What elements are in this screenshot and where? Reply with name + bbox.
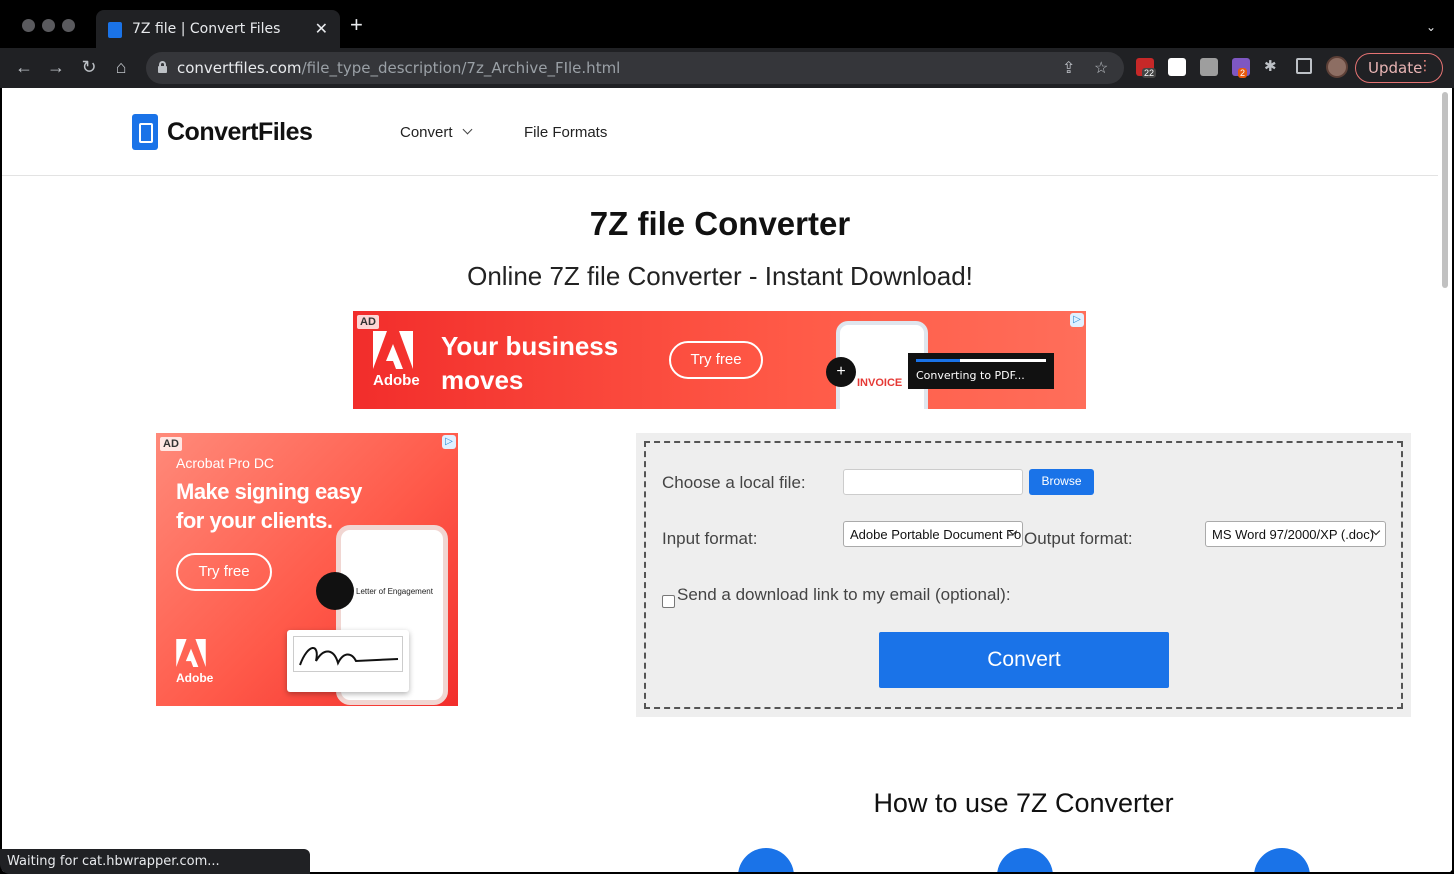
chevron-down-icon[interactable]: ⌄ <box>1426 20 1436 34</box>
tab-title: 7Z file | Convert Files <box>132 21 281 37</box>
adchoices-icon[interactable]: ▷ <box>442 435 456 449</box>
font-extension-icon[interactable] <box>1200 58 1218 76</box>
adobe-wordmark: Adobe <box>176 671 214 685</box>
converting-text: Converting to PDF... <box>916 369 1025 382</box>
plus-icon: + <box>826 357 856 387</box>
converter-form-frame: Choose a local file: Browse Input format… <box>644 441 1403 709</box>
signature-scribble <box>299 647 399 666</box>
chevron-down-icon[interactable] <box>462 124 473 135</box>
back-button[interactable]: ← <box>13 57 35 77</box>
convert-button[interactable]: Convert <box>879 632 1169 688</box>
signature-card <box>287 630 409 692</box>
flower-extension-icon[interactable]: 2 <box>1232 58 1250 78</box>
output-format-value: MS Word 97/2000/XP (.doc) <box>1212 527 1375 542</box>
output-format-label: Output format: <box>1024 529 1133 548</box>
progress-bar <box>916 359 1046 362</box>
upload-step-icon <box>738 848 794 872</box>
email-link-label[interactable]: Send a download link to my email (option… <box>677 585 1011 605</box>
adobe-logo-icon <box>373 331 413 369</box>
converting-toast: Converting to PDF... <box>908 353 1054 389</box>
input-format-select[interactable]: Adobe Portable Document Format (.pdf) <box>843 521 1023 547</box>
scrollbar[interactable] <box>1438 88 1452 872</box>
home-button[interactable]: ⌂ <box>110 57 132 77</box>
extension-badge: 2 <box>1238 68 1248 78</box>
forward-button[interactable]: → <box>45 57 67 77</box>
ad-tag: AD <box>160 437 182 451</box>
browser-toolbar: ← → ↻ ⌂ convertfiles.com/file_type_descr… <box>0 48 1454 88</box>
side-ad-product: Acrobat Pro DC <box>176 455 275 471</box>
download-step-icon <box>1254 848 1310 872</box>
ad-tag: AD <box>357 315 379 329</box>
avatar[interactable] <box>1326 56 1348 78</box>
close-window-button[interactable] <box>22 19 35 32</box>
howto-title: How to use 7Z Converter <box>873 788 1174 818</box>
address-bar[interactable]: convertfiles.com/file_type_description/7… <box>146 52 1124 84</box>
adchoices-icon[interactable]: ▷ <box>1070 313 1084 327</box>
abp-extension-icon[interactable]: 22 <box>1136 58 1157 78</box>
file-label: Choose a local file: <box>662 473 806 492</box>
update-button[interactable]: Update ⋮ <box>1355 53 1443 83</box>
browser-window: 7Z file | Convert Files ✕ + ⌄ ← → ↻ ⌂ co… <box>0 0 1454 874</box>
file-path-input[interactable] <box>843 469 1023 495</box>
bookmark-star-icon[interactable]: ☆ <box>1094 58 1108 78</box>
input-format-value: Adobe Portable Document Format (.pdf) <box>850 527 1022 542</box>
output-format-select[interactable]: MS Word 97/2000/XP (.doc) <box>1205 521 1386 547</box>
status-bar: Waiting for cat.hbwrapper.com... <box>0 849 310 874</box>
maximize-window-button[interactable] <box>62 19 75 32</box>
close-icon[interactable]: ✕ <box>315 19 328 39</box>
new-tab-button[interactable]: + <box>350 14 363 36</box>
signature-box <box>293 636 403 672</box>
site-favicon-icon <box>108 22 122 38</box>
logo-icon[interactable] <box>132 114 158 150</box>
signature-pen-icon <box>316 572 354 610</box>
url-text[interactable]: convertfiles.com/file_type_description/7… <box>177 59 620 77</box>
try-free-button[interactable]: Try free <box>176 553 272 591</box>
adobe-wordmark: Adobe <box>373 372 420 389</box>
input-format-label: Input format: <box>662 529 758 548</box>
extension-badge: 22 <box>1142 68 1157 78</box>
convert-step-icon <box>997 848 1053 872</box>
tab-active[interactable]: 7Z file | Convert Files ✕ <box>96 10 340 48</box>
converter-form: Choose a local file: Browse Input format… <box>636 433 1411 717</box>
side-ad[interactable]: AD ▷ Acrobat Pro DC Make signing easy fo… <box>156 433 458 706</box>
page-subtitle: Online 7Z file Converter - Instant Downl… <box>467 261 973 291</box>
tab-strip: 7Z file | Convert Files ✕ + ⌄ <box>0 0 1454 48</box>
reading-list-icon[interactable] <box>1296 58 1312 74</box>
invoice-label: INVOICE <box>857 377 903 389</box>
nav-file-formats[interactable]: File Formats <box>524 124 607 141</box>
adobe-logo-icon <box>176 639 206 667</box>
logo-text[interactable]: ConvertFiles <box>167 118 313 147</box>
banner-headline: Your business moves <box>441 331 619 395</box>
nav-convert[interactable]: Convert <box>400 124 453 141</box>
site-header: ConvertFiles Convert File Formats <box>2 88 1438 176</box>
more-menu-icon[interactable]: ⋮ <box>1418 58 1432 74</box>
lock-icon[interactable] <box>158 61 167 73</box>
banner-ad[interactable]: AD ▷ Adobe Your business moves Try free … <box>353 311 1086 409</box>
web-page: ConvertFiles Convert File Formats 7Z fil… <box>2 88 1438 872</box>
page-title: 7Z file Converter <box>589 205 851 242</box>
puzzle-extensions-icon[interactable]: ✱ <box>1264 58 1282 76</box>
email-link-checkbox[interactable] <box>662 595 675 608</box>
document-title: Letter of Engagement <box>356 587 433 596</box>
try-free-button[interactable]: Try free <box>669 341 763 379</box>
scrollbar-thumb[interactable] <box>1442 92 1448 288</box>
minimize-window-button[interactable] <box>42 19 55 32</box>
browse-button[interactable]: Browse <box>1029 469 1094 495</box>
share-icon[interactable]: ⇪ <box>1062 58 1075 78</box>
t-extension-icon[interactable] <box>1168 58 1186 76</box>
update-label: Update <box>1368 59 1423 77</box>
reload-button[interactable]: ↻ <box>78 57 100 77</box>
